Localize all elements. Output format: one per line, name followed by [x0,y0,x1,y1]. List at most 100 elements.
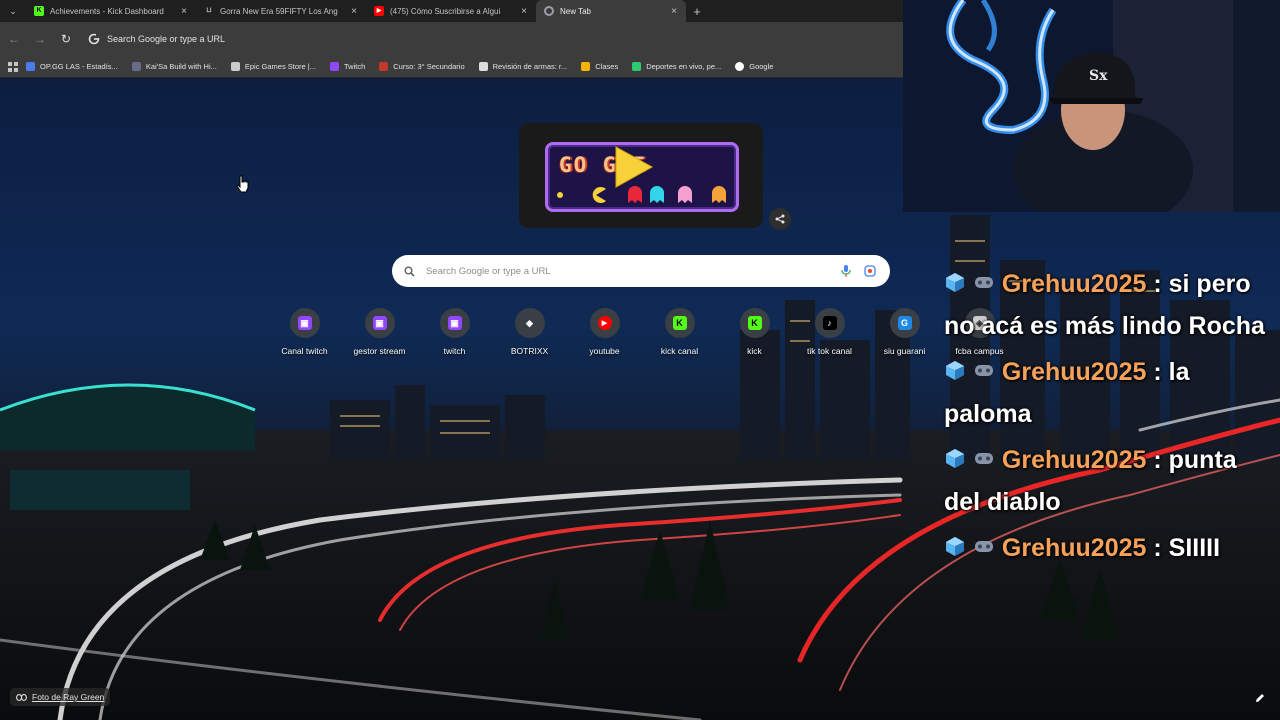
shortcut-label: tik tok canal [807,346,852,356]
search-icon [392,266,426,277]
bookmark-label: Revisión de armas: r... [492,62,568,71]
tab-youtube[interactable]: ▶ (475) Cómo Suscribirse a Algui × [366,0,536,22]
google-doodle[interactable]: GO GLE [519,123,763,228]
forward-button[interactable]: → [28,27,52,51]
photo-credit-text: Foto de Ray Green [32,692,105,702]
shortcut-siu-guarani[interactable]: Gsiu guarani [867,308,942,356]
chat-badges [944,353,995,394]
link-icon [16,693,27,701]
bookmark-label: Epic Games Store |... [244,62,316,71]
shortcut-youtube[interactable]: ▶ youtube [567,308,642,356]
shortcut-canal-twitch[interactable]: ▣ Canal twitch [267,308,342,356]
shortcut-tiktok-canal[interactable]: ♪ tik tok canal [792,308,867,356]
tab-title: New Tab [560,6,591,16]
document-icon [478,62,488,71]
google-icon [735,62,745,71]
shortcut-kick[interactable]: Kkick [717,308,792,356]
close-icon[interactable]: × [348,6,360,17]
close-icon[interactable]: × [668,6,680,17]
twitch-icon [330,62,339,71]
chat-message: Grehuu2025 : la paloma [944,352,1276,435]
share-icon [775,214,785,224]
customize-chrome-button[interactable] [1252,690,1268,706]
siu-icon: G [897,316,912,330]
opgg-icon [26,62,35,71]
shortcut-label: twitch [443,346,466,356]
arrow-right-icon: → [34,32,46,46]
chat-username: Grehuu2025 [1001,533,1147,562]
search-input[interactable] [426,265,834,277]
close-icon[interactable]: × [178,6,190,17]
plus-icon: + [693,3,701,19]
webcam-overlay: Sx [903,0,1280,212]
chat-badges [944,529,995,570]
apps-button[interactable] [0,61,26,72]
share-doodle-button[interactable] [769,208,791,230]
tab-achievements[interactable]: K Achievements - Kick Dashboard × [26,0,196,22]
shortcut-botrixx[interactable]: ◆ BOTRIXX [492,308,567,356]
chrome-icon [544,6,554,16]
shortcut-label: Canal twitch [281,346,328,356]
chat-username: Grehuu2025 [1001,270,1147,298]
chat-message: Grehuu2025 : SIIIII [944,528,1276,570]
bookmark-clases[interactable]: Clases [581,62,618,71]
bookmark-label: Twitch [344,62,366,71]
youtube-icon: ▶ [374,6,384,16]
streamer-camera-image: Sx [903,0,1280,212]
bookmark-revision[interactable]: Revisión de armas: r... [478,62,568,71]
chat-username: Grehuu2025 [1001,357,1147,386]
pencil-icon [1256,694,1264,702]
bookmark-google[interactable]: Google [735,62,773,71]
folder-icon [581,62,591,71]
shortcut-twitch[interactable]: ▣ twitch [417,308,492,356]
google-search-box[interactable] [392,255,890,287]
cube-badge-icon [946,272,964,292]
store-icon: ⊔ [206,7,212,14]
toolbar: ← → ↻ Search Google or type a URL [0,22,903,56]
controller-badge-icon [974,276,993,288]
tab-new-tab[interactable]: New Tab × [536,0,686,22]
bookmark-deportes[interactable]: Deportes en vivo, pe... [632,62,721,71]
play-icon [615,146,654,188]
controller-badge-icon [974,364,993,376]
new-tab-button[interactable]: + [686,4,708,19]
close-icon[interactable]: × [518,6,530,17]
shortcut-label: kick [747,346,762,356]
kaisa-icon [131,62,141,71]
shortcut-label: BOTRIXX [510,346,549,356]
bookmark-label: OP.GG LAS - Estadís... [40,62,118,71]
chat-username: Grehuu2025 [1001,445,1147,474]
bookmark-label: Google [749,62,774,71]
bookmark-opgg[interactable]: OP.GG LAS - Estadís... [26,62,118,71]
chat-badges [944,441,995,482]
tab-gorra[interactable]: ⊔ Gorra New Era 59FIFTY Los Ang × [196,0,366,22]
tiktok-icon: ♪ [822,316,837,330]
bookmark-curso[interactable]: Curso: 3° Secundario [379,62,465,71]
kick-icon: K [747,316,762,330]
microphone-icon [841,265,851,277]
address-bar[interactable]: Search Google or type a URL [82,27,903,51]
twitch-icon: ▣ [447,316,462,330]
reload-button[interactable]: ↻ [54,27,78,51]
chevron-down-icon: ⌄ [9,5,17,16]
cube-badge-icon [946,448,964,468]
tab-search-button[interactable]: ⌄ [0,0,26,22]
back-button[interactable]: ← [2,27,26,51]
lens-search-button[interactable] [858,265,882,277]
shortcut-label: gestor stream [353,346,406,356]
tab-title: Gorra New Era 59FIFTY Los Ang [220,6,338,16]
epic-games-icon [230,62,240,71]
pacman-ghosts-icon [557,186,726,203]
shortcut-kick-canal[interactable]: Kkick canal [642,308,717,356]
shortcut-gestor-stream[interactable]: ▣ gestor stream [342,308,417,356]
voice-search-button[interactable] [834,265,858,277]
chat-badges [944,265,995,306]
shortcuts-grid: ▣ Canal twitch ▣ gestor stream ▣ twitch ◆ BO… [267,308,1017,356]
bookmark-twitch[interactable]: Twitch [330,62,365,71]
stream-chat-overlay: Grehuu2025 : si pero no acá es más lindo… [944,264,1276,575]
bookmark-epic[interactable]: Epic Games Store |... [230,62,316,71]
kick-icon: K [672,316,687,330]
bookmark-kaisa[interactable]: Kai'Sa Build with Hi... [131,62,217,71]
bookmark-label: Clases [595,62,619,71]
photo-credit-link[interactable]: Foto de Ray Green [10,688,111,706]
